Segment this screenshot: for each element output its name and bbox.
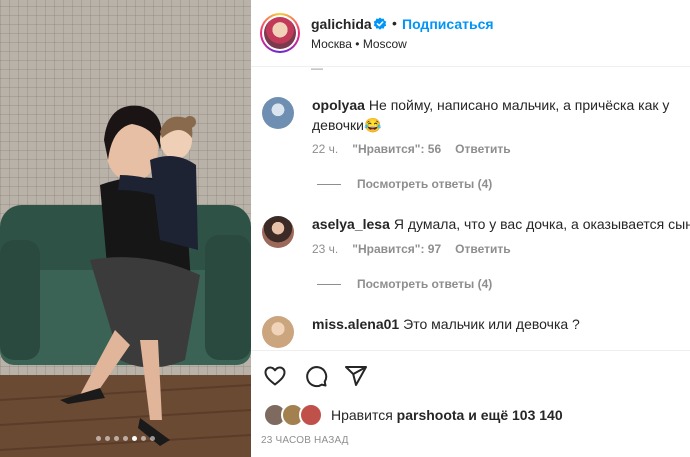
view-replies-button[interactable]: Посмотреть ответы (4) bbox=[317, 177, 492, 191]
post-side-panel: galichida • Подписаться Москва • Moscow … bbox=[251, 0, 690, 457]
carousel-dot[interactable] bbox=[123, 436, 128, 441]
likes-text[interactable]: Нравится parshoota и ещё 103 140 bbox=[331, 407, 563, 423]
comment-time[interactable]: 22 ч. bbox=[312, 142, 338, 156]
view-replies-label: Посмотреть ответы (4) bbox=[357, 277, 493, 291]
comment-avatar[interactable] bbox=[262, 316, 294, 348]
carousel-dot[interactable] bbox=[150, 436, 155, 441]
post-location[interactable]: Москва • Moscow bbox=[311, 37, 407, 51]
comment-likes[interactable]: "Нравится": 56 bbox=[352, 142, 441, 156]
author-avatar[interactable] bbox=[260, 13, 300, 53]
comment-body: Не пойму, написано мальчик, а причёска к… bbox=[312, 97, 670, 133]
comment-icon[interactable] bbox=[304, 364, 328, 388]
post-photo[interactable] bbox=[0, 0, 251, 457]
comment-likes[interactable]: "Нравится": 97 bbox=[352, 242, 441, 256]
likes-count[interactable]: и ещё 103 140 bbox=[468, 407, 562, 423]
comment-username[interactable]: aselya_lesa bbox=[312, 216, 390, 232]
carousel-dot[interactable] bbox=[105, 436, 110, 441]
comments-list[interactable]: — opolyaa Не пойму, написано мальчик, а п… bbox=[251, 67, 690, 350]
carousel-dot[interactable] bbox=[114, 436, 119, 441]
comment-body: Это мальчик или девочка ? bbox=[403, 316, 580, 332]
comment-meta: 22 ч. "Нравится": 56 Ответить bbox=[312, 142, 511, 156]
comment-text: aselya_lesa Я думала, что у вас дочка, а … bbox=[312, 214, 690, 234]
reply-button[interactable]: Ответить bbox=[455, 142, 510, 156]
post-actions bbox=[251, 350, 690, 401]
comment-body: Я думала, что у вас дочка, а оказывается… bbox=[393, 216, 690, 232]
view-replies-button[interactable]: Посмотреть ответы (4) bbox=[317, 277, 492, 291]
carousel-dots bbox=[0, 436, 251, 441]
post-header: galichida • Подписаться Москва • Moscow bbox=[251, 0, 690, 67]
likes-prefix: Нравится bbox=[331, 407, 393, 423]
liked-by-user[interactable]: parshoota bbox=[397, 407, 465, 423]
comment-avatar[interactable] bbox=[262, 216, 294, 248]
heart-icon[interactable] bbox=[263, 364, 287, 388]
replies-divider bbox=[317, 283, 341, 285]
reply-button[interactable]: Ответить bbox=[455, 242, 510, 256]
author-username[interactable]: galichida bbox=[311, 16, 372, 32]
truncated-comment: — bbox=[311, 67, 323, 75]
verified-badge-icon bbox=[373, 17, 387, 30]
carousel-dot[interactable] bbox=[141, 436, 146, 441]
carousel-dot-active[interactable] bbox=[132, 436, 137, 441]
likes-summary: Нравится parshoota и ещё 103 140 bbox=[263, 403, 563, 427]
comment-avatar[interactable] bbox=[262, 97, 294, 129]
share-icon[interactable] bbox=[344, 364, 368, 388]
carousel-dot[interactable] bbox=[96, 436, 101, 441]
comment-meta: 23 ч. "Нравится": 97 Ответить bbox=[312, 242, 511, 256]
header-separator: • bbox=[392, 15, 397, 31]
view-replies-label: Посмотреть ответы (4) bbox=[357, 177, 493, 191]
post-timestamp[interactable]: 23 ЧАСОВ НАЗАД bbox=[261, 435, 349, 446]
comment-username[interactable]: miss.alena01 bbox=[312, 316, 399, 332]
photo-illustration bbox=[0, 105, 251, 457]
liker-avatar[interactable] bbox=[299, 403, 323, 427]
comment-time[interactable]: 23 ч. bbox=[312, 242, 338, 256]
comment-username[interactable]: opolyaa bbox=[312, 97, 365, 113]
follow-button[interactable]: Подписаться bbox=[402, 16, 494, 32]
comment-text: opolyaa Не пойму, написано мальчик, а при… bbox=[312, 95, 682, 135]
replies-divider bbox=[317, 183, 341, 185]
comment-text: miss.alena01 Это мальчик или девочка ? bbox=[312, 314, 690, 334]
